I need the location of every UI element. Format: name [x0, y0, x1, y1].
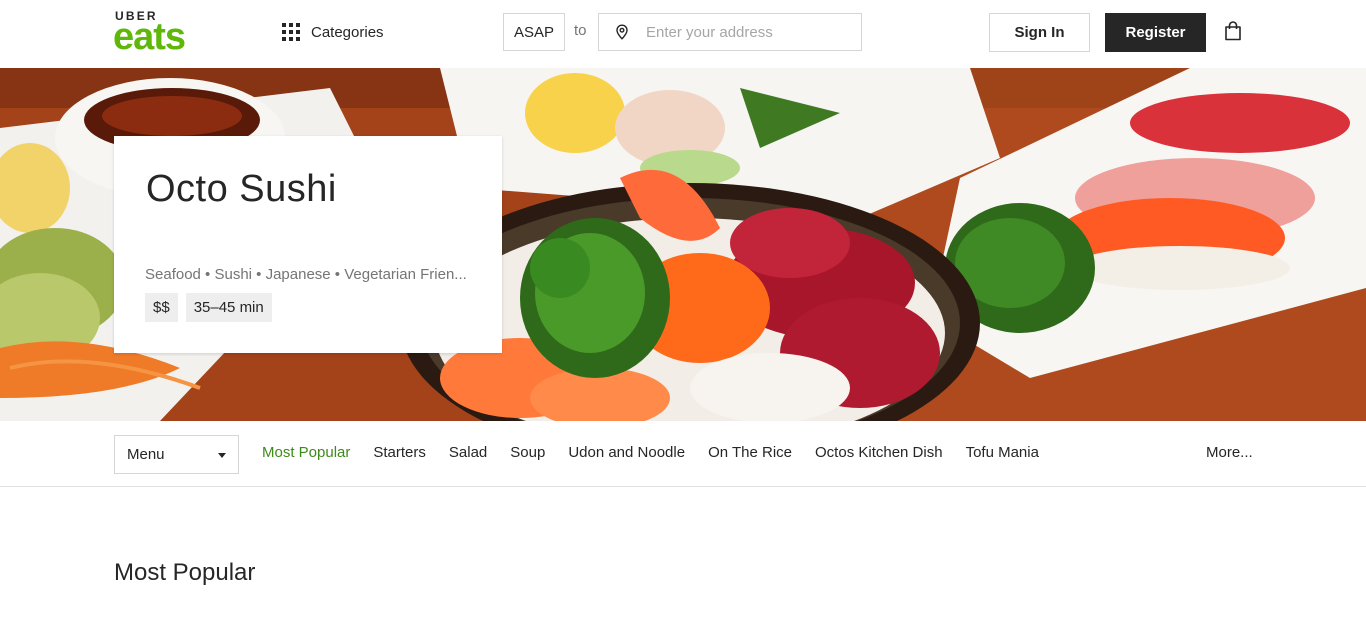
category-link-tofu-mania[interactable]: Tofu Mania — [966, 444, 1039, 461]
categories-button[interactable]: Categories — [282, 20, 384, 44]
restaurant-info-card: Octo Sushi Seafood • Sushi • Japanese • … — [114, 136, 502, 353]
chevron-down-icon — [218, 453, 226, 458]
category-link-salad[interactable]: Salad — [449, 444, 487, 461]
eta-badge: 35–45 min — [185, 293, 272, 322]
categories-label: Categories — [311, 23, 384, 41]
logo-eats-text: eats — [113, 16, 186, 58]
price-badge: $$ — [145, 293, 178, 322]
hero-banner-image: Octo Sushi Seafood • Sushi • Japanese • … — [0, 68, 1366, 421]
menu-dropdown-value: Menu — [127, 446, 165, 463]
uber-eats-logo[interactable]: UBER eats — [113, 9, 206, 57]
cuisine-tags: Seafood • Sushi • Japanese • Vegetarian … — [145, 266, 467, 283]
category-link-starters[interactable]: Starters — [373, 444, 426, 461]
top-header: UBER eats Categories ASAP to Sign In Reg… — [0, 0, 1366, 68]
register-button[interactable]: Register — [1105, 13, 1206, 52]
menu-category-bar: Menu Most Popular Starters Salad Soup Ud… — [0, 421, 1366, 487]
category-link-on-the-rice[interactable]: On The Rice — [708, 444, 792, 461]
sign-in-button[interactable]: Sign In — [989, 13, 1090, 52]
category-link-udon-and-noodle[interactable]: Udon and Noodle — [568, 444, 685, 461]
to-label: to — [574, 22, 587, 39]
category-link-most-popular[interactable]: Most Popular — [262, 444, 350, 461]
section-title: Most Popular — [114, 559, 256, 586]
more-categories-link[interactable]: More... — [1206, 444, 1253, 461]
menu-dropdown[interactable]: Menu — [114, 435, 239, 474]
category-link-soup[interactable]: Soup — [510, 444, 545, 461]
address-input[interactable] — [646, 23, 836, 41]
grid-icon — [282, 23, 300, 41]
restaurant-name: Octo Sushi — [146, 168, 337, 210]
category-link-octos-kitchen-dish[interactable]: Octos Kitchen Dish — [815, 444, 943, 461]
restaurant-badges: $$ 35–45 min — [145, 293, 272, 322]
shopping-bag-icon[interactable] — [1222, 20, 1244, 42]
location-pin-icon — [616, 24, 628, 40]
category-links: Most Popular Starters Salad Soup Udon an… — [262, 444, 1062, 461]
delivery-time-button[interactable]: ASAP — [503, 13, 565, 51]
address-field[interactable] — [598, 13, 862, 51]
